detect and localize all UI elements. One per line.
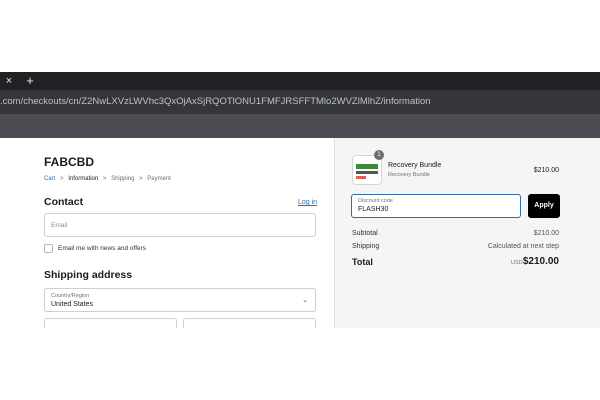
discount-value: FLASH30 (358, 206, 389, 213)
total-value: $210.00 (522, 256, 559, 267)
breadcrumb-shipping: Shipping (111, 176, 135, 182)
shipping-heading: Shipping address (44, 269, 133, 281)
subtotal-label: Subtotal (352, 230, 378, 237)
blank-bottom-area (0, 328, 600, 400)
country-select[interactable]: Country/Region United States ⌄ (44, 288, 316, 312)
product-image-stripe (356, 176, 366, 179)
subtotal-value: $210.00 (533, 230, 559, 237)
address-url[interactable]: .com/checkouts/cn/Z2NwLXVzLWVhc3QxOjAxSj… (0, 90, 598, 114)
breadcrumb-separator: > (139, 176, 143, 182)
apply-button[interactable]: Apply (528, 194, 560, 218)
bookmarks-bar (0, 114, 600, 138)
shipping-cost-label: Shipping (352, 243, 380, 250)
browser-tab-bar (0, 72, 600, 90)
product-image-stripe (356, 164, 378, 169)
breadcrumb-separator: > (60, 176, 64, 182)
email-field[interactable]: Email (44, 213, 316, 237)
breadcrumb: Cart > Information > Shipping > Payment (44, 176, 171, 182)
breadcrumb-payment: Payment (147, 176, 171, 182)
breadcrumb-separator: > (102, 176, 107, 182)
product-price: $210.00 (533, 167, 559, 174)
newsletter-label[interactable]: Email me with news and offers (58, 245, 146, 252)
email-placeholder: Email (51, 222, 68, 229)
product-variant: Recovery Bundle (388, 172, 430, 178)
discount-code-input[interactable]: Discount code FLASH30 (351, 194, 521, 218)
quantity-badge: 1 (374, 150, 384, 160)
new-tab-button[interactable]: + (23, 72, 37, 90)
product-image-stripe (356, 171, 378, 174)
store-name[interactable]: FABCBD (44, 155, 94, 169)
breadcrumb-cart[interactable]: Cart (44, 176, 55, 182)
newsletter-checkbox[interactable] (44, 244, 53, 253)
discount-label: Discount code (358, 198, 393, 204)
chevron-down-icon: ⌄ (302, 297, 308, 304)
product-name: Recovery Bundle (388, 162, 442, 169)
blank-top-area (0, 0, 600, 72)
breadcrumb-information: Information (68, 176, 99, 182)
currency-code: USD (511, 260, 523, 266)
country-value: United States (51, 301, 94, 308)
contact-heading: Contact (44, 196, 84, 208)
login-link[interactable]: Log in (298, 199, 317, 206)
shipping-cost-value: Calculated at next step (487, 243, 559, 250)
total-label: Total (352, 257, 373, 267)
tab-close-icon[interactable]: × (3, 72, 15, 90)
country-label: Country/Region (51, 293, 90, 299)
